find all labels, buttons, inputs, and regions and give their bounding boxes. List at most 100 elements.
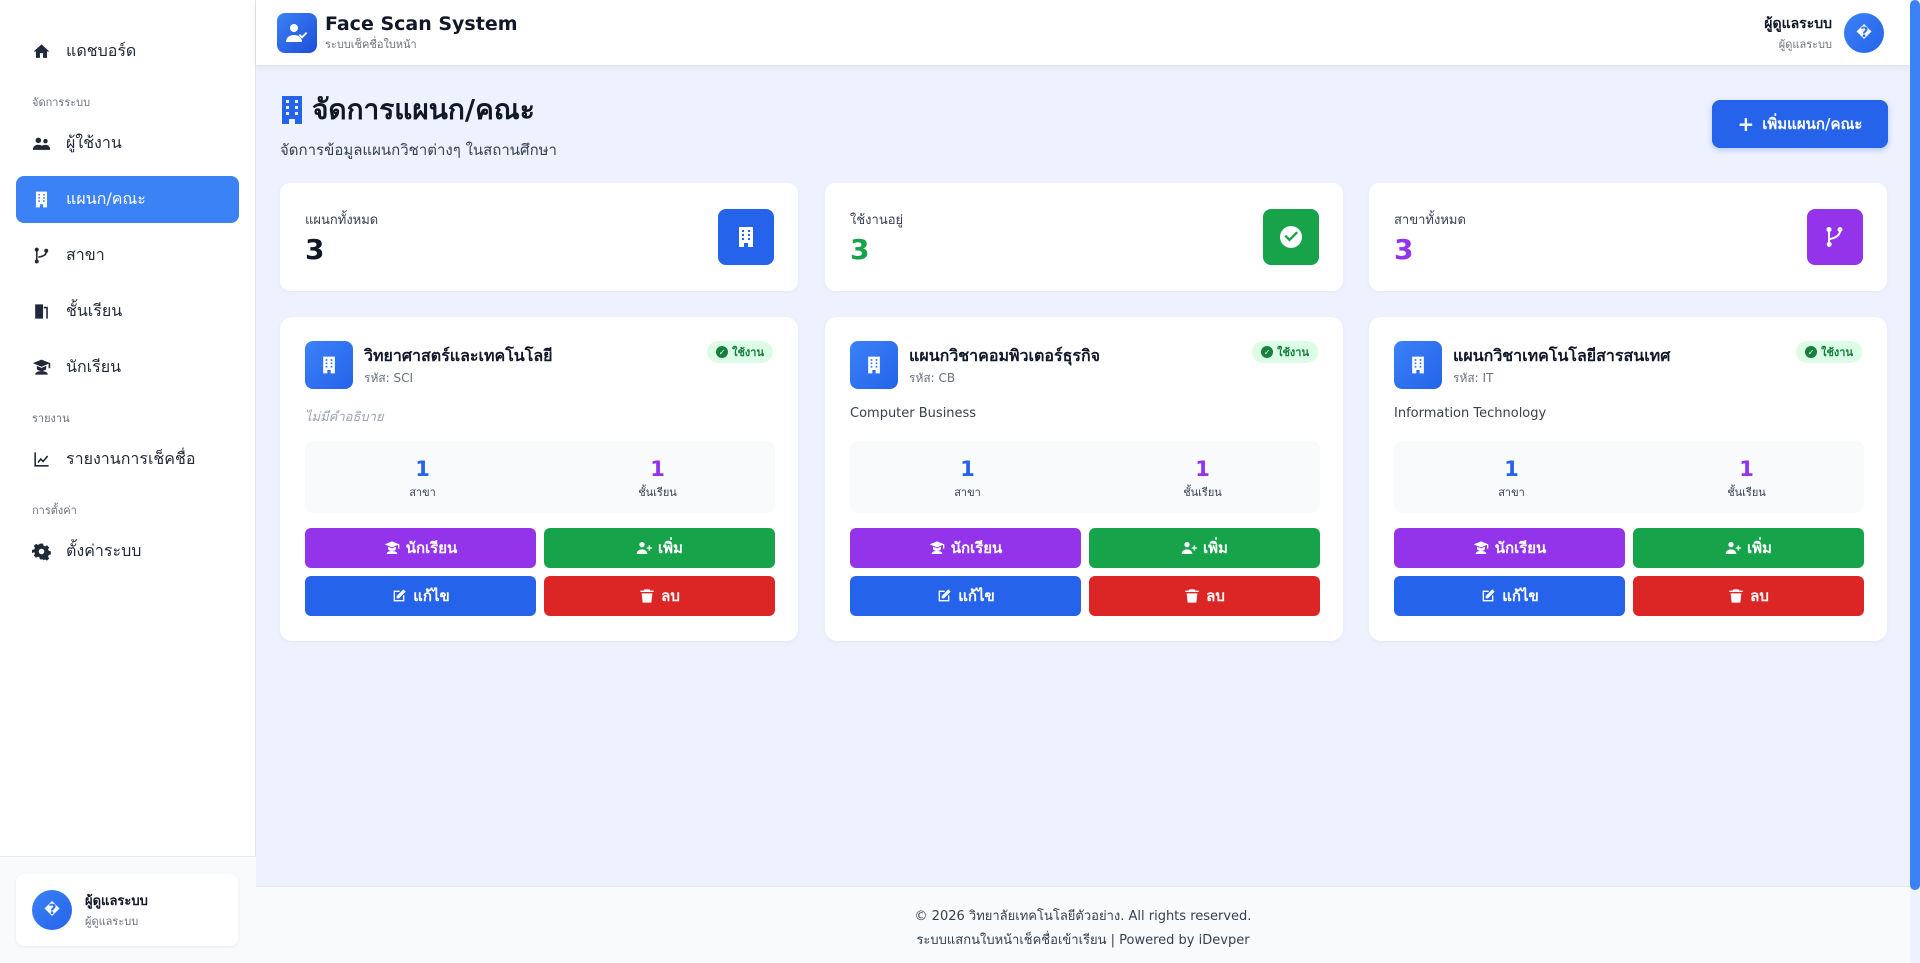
- delete-button[interactable]: ลบ: [1633, 576, 1864, 616]
- students-button[interactable]: นักเรียน: [305, 528, 536, 568]
- delete-button[interactable]: ลบ: [544, 576, 775, 616]
- sidebar-item-attendance-report[interactable]: รายงานการเช็คชื่อ: [16, 436, 239, 483]
- graduate-icon: [384, 541, 400, 554]
- footer-copyright: © 2026 วิทยาลัยเทคโนโลยีตัวอย่าง. All ri…: [914, 909, 1252, 924]
- building-icon: [850, 341, 898, 389]
- class-count: 1: [650, 457, 665, 481]
- sidebar-item-label: ตั้งค่าระบบ: [66, 541, 142, 560]
- header-user-role: ผู้ดูแลระบบ: [1778, 38, 1832, 51]
- status-badge: ✓ ใช้งาน: [1252, 341, 1318, 363]
- page-title: จัดการแผนก/คณะ: [280, 92, 557, 128]
- department-code: รหัส: CB: [909, 371, 956, 385]
- branch-icon: [1807, 209, 1863, 265]
- page-scrollbar[interactable]: [1910, 0, 1920, 890]
- user-plus-icon: [636, 542, 653, 554]
- gear-icon: [30, 541, 52, 563]
- department-description: Information Technology: [1394, 406, 1547, 421]
- edit-button[interactable]: แก้ไข: [1394, 576, 1625, 616]
- branch-count-label: สาขา: [409, 486, 436, 499]
- sidebar-footer: � ผู้ดูแลระบบ ผู้ดูแลระบบ: [0, 856, 256, 963]
- stat-label: ใช้งานอยู่: [850, 213, 904, 228]
- app-subtitle: ระบบเช็คชื่อใบหน้า: [325, 38, 417, 51]
- sidebar-section-manage: จัดการระบบ: [32, 96, 91, 109]
- trash-icon: [1185, 589, 1199, 603]
- stat-card-total-departments: แผนกทั้งหมด 3: [280, 183, 798, 291]
- stat-value: 3: [850, 233, 870, 266]
- header-user-menu[interactable]: ผู้ดูแลระบบ ผู้ดูแลระบบ �: [1764, 13, 1884, 53]
- stat-card-active: ใช้งานอยู่ 3: [825, 183, 1343, 291]
- status-badge: ✓ ใช้งาน: [707, 341, 773, 363]
- sidebar-item-label: แดชบอร์ด: [66, 41, 137, 60]
- sidebar-item-label: แผนก/คณะ: [66, 189, 146, 208]
- class-count: 1: [1739, 457, 1754, 481]
- sidebar-user-name: ผู้ดูแลระบบ: [85, 894, 148, 909]
- sidebar-item-dashboard[interactable]: แดชบอร์ด: [16, 28, 239, 75]
- department-name: แผนกวิชาเทคโนโลยีสารสนเทศ: [1453, 346, 1671, 365]
- sidebar-item-students[interactable]: นักเรียน: [16, 344, 239, 391]
- sidebar-item-departments[interactable]: แผนก/คณะ: [16, 176, 239, 223]
- add-student-button[interactable]: เพิ่ม: [1633, 528, 1864, 568]
- header-user-name: ผู้ดูแลระบบ: [1764, 16, 1832, 32]
- page-footer: © 2026 วิทยาลัยเทคโนโลยีตัวอย่าง. All ri…: [256, 886, 1910, 963]
- department-stats: 1 สาขา 1 ชั้นเรียน: [850, 441, 1320, 513]
- sidebar-user-role: ผู้ดูแลระบบ: [85, 915, 139, 928]
- students-button[interactable]: นักเรียน: [850, 528, 1081, 568]
- building-icon: [282, 96, 302, 124]
- status-badge: ✓ ใช้งาน: [1796, 341, 1862, 363]
- chart-line-icon: [30, 449, 52, 471]
- home-icon: [30, 41, 52, 63]
- app-title: Face Scan System: [325, 13, 518, 35]
- department-stats: 1 สาขา 1 ชั้นเรียน: [1394, 441, 1864, 513]
- edit-button[interactable]: แก้ไข: [305, 576, 536, 616]
- add-department-label: เพิ่มแผนก/คณะ: [1762, 115, 1863, 133]
- branch-icon: [30, 245, 52, 267]
- branch-count: 1: [1504, 457, 1519, 481]
- graduate-icon: [929, 541, 945, 554]
- branch-count-label: สาขา: [1498, 486, 1525, 499]
- avatar: �: [32, 890, 72, 930]
- add-student-button[interactable]: เพิ่ม: [1089, 528, 1320, 568]
- sidebar: แดชบอร์ด จัดการระบบ ผู้ใช้งาน แผนก/คณะ ส…: [0, 0, 256, 963]
- students-button[interactable]: นักเรียน: [1394, 528, 1625, 568]
- building-icon: [305, 341, 353, 389]
- stat-label: สาขาทั้งหมด: [1394, 213, 1466, 228]
- users-icon: [30, 133, 52, 155]
- sidebar-item-users[interactable]: ผู้ใช้งาน: [16, 120, 239, 167]
- sidebar-section-reports: รายงาน: [32, 412, 70, 425]
- branch-count: 1: [960, 457, 975, 481]
- add-department-button[interactable]: + เพิ่มแผนก/คณะ: [1712, 100, 1888, 148]
- class-count-label: ชั้นเรียน: [1183, 486, 1222, 499]
- department-description: ไม่มีคำอธิบาย: [305, 410, 384, 425]
- sidebar-user-card[interactable]: � ผู้ดูแลระบบ ผู้ดูแลระบบ: [16, 874, 238, 946]
- stat-label: แผนกทั้งหมด: [305, 213, 379, 228]
- sidebar-item-label: ชั้นเรียน: [66, 301, 123, 320]
- user-plus-icon: [1181, 542, 1198, 554]
- edit-icon: [938, 589, 951, 602]
- sidebar-item-label: รายงานการเช็คชื่อ: [66, 449, 196, 468]
- edit-icon: [393, 589, 406, 602]
- sidebar-item-label: นักเรียน: [66, 357, 121, 376]
- stat-value: 3: [1394, 233, 1414, 266]
- page-subtitle: จัดการข้อมูลแผนกวิชาต่างๆ ในสถานศึกษา: [280, 141, 557, 159]
- department-description: Computer Business: [850, 406, 977, 421]
- sidebar-item-classes[interactable]: ชั้นเรียน: [16, 288, 239, 335]
- delete-button[interactable]: ลบ: [1089, 576, 1320, 616]
- edit-icon: [1482, 589, 1495, 602]
- class-count-label: ชั้นเรียน: [1727, 486, 1766, 499]
- department-code: รหัส: SCI: [364, 371, 414, 385]
- sidebar-section-settings: การตั้งค่า: [32, 504, 77, 517]
- door-icon: [30, 301, 52, 323]
- trash-icon: [1729, 589, 1743, 603]
- graduate-icon: [1473, 541, 1489, 554]
- edit-button[interactable]: แก้ไข: [850, 576, 1081, 616]
- sidebar-item-label: สาขา: [66, 245, 105, 264]
- branch-count-label: สาขา: [954, 486, 981, 499]
- sidebar-item-settings[interactable]: ตั้งค่าระบบ: [16, 528, 239, 575]
- brand[interactable]: Face Scan System ระบบเช็คชื่อใบหน้า: [277, 13, 518, 53]
- building-icon: [30, 189, 52, 211]
- sidebar-item-branches[interactable]: สาขา: [16, 232, 239, 279]
- page-title-text: จัดการแผนก/คณะ: [312, 93, 535, 126]
- user-plus-icon: [1725, 542, 1742, 554]
- add-student-button[interactable]: เพิ่ม: [544, 528, 775, 568]
- top-header: Face Scan System ระบบเช็คชื่อใบหน้า ผู้ด…: [256, 0, 1910, 65]
